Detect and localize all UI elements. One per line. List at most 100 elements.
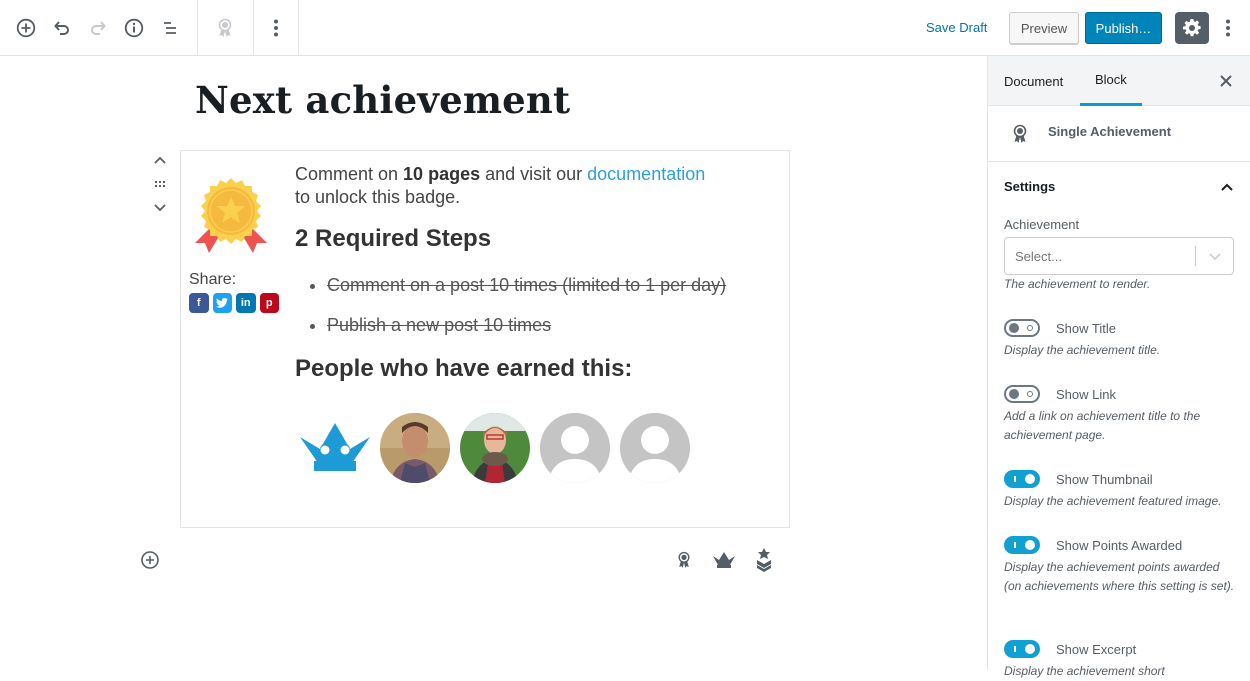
- move-up-button[interactable]: [150, 148, 170, 172]
- twitter-icon: [216, 298, 229, 308]
- toggle-help: Display the achievement title.: [1004, 343, 1161, 357]
- toggle-help: Display the achievement points awarded (…: [1004, 560, 1235, 593]
- toggle-switch[interactable]: [1004, 319, 1040, 337]
- show-title-toggle[interactable]: Show Title: [1004, 319, 1116, 337]
- earner-avatar[interactable]: [380, 413, 450, 483]
- user-photo: [460, 413, 530, 483]
- achievement-field-label: Achievement: [1004, 217, 1080, 232]
- block-card-title: Single Achievement: [1048, 124, 1172, 139]
- award-ribbon-icon: [1013, 124, 1027, 143]
- toggle-help: Display the achievement short: [1004, 664, 1165, 678]
- preview-button[interactable]: Preview: [1009, 12, 1079, 44]
- tab-document[interactable]: Document: [1004, 56, 1063, 106]
- default-avatar-icon: [540, 413, 610, 483]
- achievement-description: Comment on 10 pages and visit our docume…: [295, 163, 775, 209]
- achievement-content: Comment on 10 pages and visit our docume…: [295, 163, 775, 483]
- achievement-badge-image: [195, 178, 267, 253]
- toggle-label: Show Excerpt: [1056, 641, 1137, 657]
- show-excerpt-toggle[interactable]: Show Excerpt: [1004, 640, 1136, 658]
- content-structure-button[interactable]: [122, 16, 146, 40]
- editor-canvas: Next achievement Share: f in p Comment o…: [0, 56, 988, 670]
- achievement-field-help: The achievement to render.: [1004, 277, 1151, 291]
- block-type-button[interactable]: [213, 16, 237, 40]
- toggle-help: Display the achievement featured image.: [1004, 494, 1222, 508]
- add-block-inline-button[interactable]: [140, 550, 160, 570]
- share-label: Share:: [189, 271, 237, 288]
- award-ribbon-icon: [678, 551, 690, 568]
- toggle-help: Add a link on achievement title to the a…: [1004, 409, 1201, 442]
- suggested-blocks: [672, 548, 776, 572]
- share-twitter-button[interactable]: [212, 293, 232, 313]
- toggle-switch[interactable]: [1004, 536, 1040, 554]
- share-linkedin-button[interactable]: in: [236, 293, 256, 313]
- share-pinterest-button[interactable]: p: [259, 293, 279, 313]
- move-down-button[interactable]: [150, 196, 170, 220]
- share-buttons: f in p: [189, 293, 279, 313]
- earner-avatar[interactable]: [300, 413, 370, 483]
- user-photo: [380, 413, 450, 483]
- undo-button[interactable]: [50, 16, 74, 40]
- post-title[interactable]: Next achievement: [195, 78, 570, 122]
- toolbar-divider: [298, 0, 299, 56]
- achievement-thumbnail-column: Share: f in p: [189, 177, 279, 313]
- toggle-label: Show Title: [1056, 320, 1116, 336]
- close-sidebar-button[interactable]: [1216, 71, 1236, 91]
- earners-heading: People who have earned this:: [295, 355, 633, 382]
- block-card-icon: [1012, 124, 1030, 144]
- achievement-select-placeholder: Select...: [1015, 249, 1062, 264]
- insert-achievement-block-button[interactable]: [672, 548, 696, 572]
- chevron-up-icon: [1221, 183, 1233, 191]
- description-text: and visit our: [480, 164, 588, 184]
- achievement-select[interactable]: Select...: [1004, 237, 1234, 275]
- description-text: to unlock this badge.: [295, 187, 461, 207]
- info-icon: [124, 18, 144, 38]
- share-facebook-button[interactable]: f: [189, 293, 209, 313]
- toggle-switch[interactable]: [1004, 385, 1040, 403]
- editor-header: Save Draft Preview Publish…: [0, 0, 1250, 56]
- block-navigation-button[interactable]: [158, 16, 182, 40]
- drag-handle[interactable]: [150, 172, 170, 196]
- single-achievement-block[interactable]: Share: f in p Comment on 10 pages and vi…: [180, 150, 790, 528]
- award-ribbon-icon: [218, 18, 232, 37]
- rank-chevrons-icon: [757, 548, 771, 572]
- toggle-switch[interactable]: [1004, 640, 1040, 658]
- settings-panel-toggle[interactable]: Settings: [988, 162, 1250, 212]
- documentation-link[interactable]: documentation: [587, 164, 705, 184]
- toggle-switch[interactable]: [1004, 470, 1040, 488]
- tab-block[interactable]: Block: [1080, 56, 1142, 106]
- earner-avatar[interactable]: [620, 413, 690, 483]
- block-movers: [150, 148, 170, 220]
- chevron-down-icon: [1209, 253, 1221, 261]
- settings-panel-title: Settings: [1004, 179, 1056, 194]
- plus-circle-icon: [141, 551, 159, 569]
- earner-avatar[interactable]: [460, 413, 530, 483]
- default-avatar-icon: [620, 413, 690, 483]
- earner-avatar[interactable]: [540, 413, 610, 483]
- insert-points-block-button[interactable]: [712, 548, 736, 572]
- show-points-awarded-toggle[interactable]: Show Points Awarded: [1004, 536, 1182, 554]
- step-item: Publish a new post 10 times: [327, 315, 775, 336]
- add-block-button[interactable]: [14, 16, 38, 40]
- show-thumbnail-toggle[interactable]: Show Thumbnail: [1004, 470, 1153, 488]
- toggle-label: Show Points Awarded: [1056, 537, 1183, 553]
- settings-toggle-button[interactable]: [1175, 12, 1209, 44]
- gear-icon: [1183, 19, 1201, 37]
- block-more-options-button[interactable]: [264, 16, 288, 40]
- publish-button[interactable]: Publish…: [1085, 12, 1162, 44]
- linkedin-icon: in: [240, 297, 251, 309]
- insert-rank-block-button[interactable]: [752, 548, 776, 572]
- required-steps-list: Comment on a post 10 times (limited to 1…: [295, 275, 775, 336]
- plus-circle-icon: [16, 18, 36, 38]
- crown-icon: [713, 552, 735, 568]
- select-divider: [1195, 246, 1196, 266]
- show-link-toggle[interactable]: Show Link: [1004, 385, 1116, 403]
- toolbar-divider: [253, 0, 254, 56]
- save-draft-link[interactable]: Save Draft: [926, 20, 987, 35]
- chevron-down-icon: [154, 204, 166, 212]
- required-steps-heading: 2 Required Steps: [295, 225, 492, 252]
- redo-button[interactable]: [86, 16, 110, 40]
- toggle-label: Show Link: [1056, 386, 1116, 402]
- more-tools-button[interactable]: [1216, 16, 1240, 40]
- settings-sidebar: Document Block Single Achievement Settin…: [987, 56, 1250, 678]
- facebook-icon: f: [196, 297, 201, 309]
